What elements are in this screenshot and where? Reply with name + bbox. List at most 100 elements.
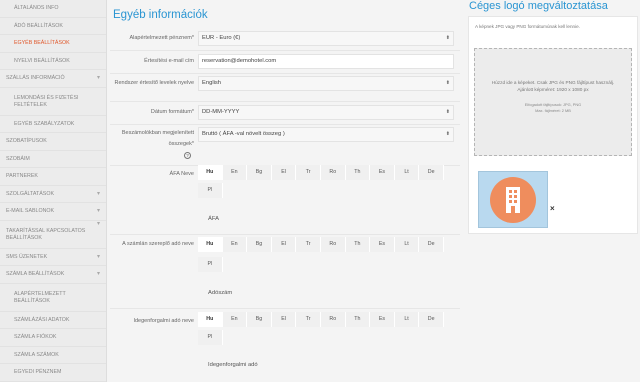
tab-lt[interactable]: Lt (394, 165, 420, 180)
tab-ro[interactable]: Ro (320, 237, 346, 252)
tab-el[interactable]: El (271, 312, 297, 327)
sidebar-item[interactable]: TAKARÍTÁSSAL KAPCSOLATOS BEÁLLÍTÁSOK ▾ (0, 221, 106, 249)
building-icon (506, 187, 520, 213)
amounts-label: Beszámolókban megjelenített összegek* (121, 130, 194, 147)
invoice-tax-value[interactable]: Adószám (208, 290, 232, 296)
sidebar-item-label: NYELVI BEÁLLÍTÁSOK (14, 57, 70, 64)
tab-pl[interactable]: Pl (198, 257, 223, 272)
tab-bg[interactable]: Bg (247, 165, 272, 180)
sidebar-item-label: ALAPÉRTELMEZETT BEÁLLÍTÁSOK (14, 290, 66, 304)
divider (110, 50, 460, 51)
chevron-down-icon: ▾ (96, 271, 100, 277)
help-icon[interactable]: ? (184, 152, 191, 159)
sidebar-item-label: SZOBÁIM (6, 155, 30, 162)
tab-lt[interactable]: Lt (394, 237, 420, 252)
tab-tr[interactable]: Tr (296, 237, 321, 252)
sidebar-item-label: EGYÉB BEÁLLÍTÁSOK (14, 40, 70, 46)
invoice-tax-language-tabs: Hu En Bg El Tr Ro Th Es Lt De (198, 237, 454, 252)
tourist-tax-value[interactable]: Idegenforgalmi adó (208, 362, 258, 368)
sidebar-item[interactable]: SZÁMLA BEÁLLÍTÁSOK ▾ (0, 266, 106, 284)
currency-select[interactable]: EUR - Euro (€) ⬍ (198, 31, 454, 46)
page-title: Egyéb információk (113, 9, 208, 21)
sidebar-item[interactable]: SZÁMLÁZÁSI ADATOK (0, 312, 106, 329)
tab-pl[interactable]: Pl (198, 330, 223, 345)
sidebar-item[interactable]: EGYEDI PÉNZNEM (0, 364, 106, 382)
sidebar-item[interactable]: NYELVI BEÁLLÍTÁSOK (0, 53, 106, 70)
tab-hu[interactable]: Hu (198, 312, 223, 327)
tab-ro[interactable]: Ro (320, 312, 346, 327)
sidebar: Általános info ÁDÓ BEÁLLÍTÁSOK EGYÉB BEÁLL… (0, 0, 107, 382)
tab-de[interactable]: De (419, 312, 444, 327)
sidebar-item[interactable]: ÁDÓ BEÁLLÍTÁSOK (0, 18, 106, 35)
vat-language-tabs-row2: Pl (198, 183, 223, 198)
tab-es[interactable]: Es (370, 237, 395, 252)
sidebar-item[interactable]: EGYÉB BEÁLLÍTÁSOK (0, 35, 106, 53)
tab-hu[interactable]: Hu (198, 165, 223, 180)
sidebar-item[interactable]: SMS ÜZENETEK ▾ (0, 249, 106, 266)
tab-ro[interactable]: Ro (320, 165, 346, 180)
tourist-tax-language-tabs-row2: Pl (198, 330, 223, 345)
tab-lt[interactable]: Lt (394, 312, 420, 327)
sidebar-item-label: SZÁMLA SZÁMOK (14, 351, 59, 358)
dropzone-max-size: Max. fájlméret: 2 MB (535, 108, 571, 113)
tab-th[interactable]: Th (345, 165, 371, 180)
sidebar-item[interactable]: PARTNEREK (0, 168, 106, 186)
tab-en[interactable]: En (222, 165, 248, 180)
date-format-select[interactable]: DD-MM-YYYY ⬍ (198, 105, 454, 120)
sidebar-item[interactable]: ALAPÉRTELMEZETT BEÁLLÍTÁSOK (0, 284, 106, 312)
sidebar-item-label: Általános info (14, 5, 59, 11)
logo-hint: A képnek JPG vagy PNG formátumúnak kell … (475, 24, 580, 29)
tab-es[interactable]: Es (370, 165, 395, 180)
sidebar-item[interactable]: E-MAIL SABLONOK ▾ (0, 203, 106, 221)
sidebar-item[interactable]: LEMONDÁSI ÉS FIZETÉSI FELTÉTELEK (0, 88, 106, 116)
system-language-select[interactable]: English ⬍ (198, 76, 454, 91)
chevron-down-icon: ▾ (96, 75, 100, 81)
chevron-down-icon: ▾ (96, 208, 100, 214)
divider (110, 124, 460, 125)
sidebar-item[interactable]: EGYÉB SZABÁLYZATOK (0, 116, 106, 133)
chevron-down-icon: ▾ (96, 220, 100, 227)
sidebar-item-label: SZÁMLA BEÁLLÍTÁSOK (6, 271, 65, 277)
sidebar-item[interactable]: Általános info (0, 0, 106, 18)
currency-value: EUR - Euro (€) (202, 35, 241, 41)
email-field[interactable]: reservation@demohotel.com (198, 54, 454, 69)
sidebar-item[interactable]: SZÁMLA FIÓKOK (0, 329, 106, 347)
sidebar-item[interactable]: SZÁMLA SZÁMOK (0, 347, 106, 364)
tab-tr[interactable]: Tr (296, 312, 321, 327)
tab-es[interactable]: Es (370, 312, 395, 327)
sidebar-item-label: SZOLGÁLTATÁSOK (6, 190, 54, 197)
tab-en[interactable]: En (222, 237, 248, 252)
tab-th[interactable]: Th (345, 237, 371, 252)
tab-hu[interactable]: Hu (198, 237, 223, 252)
amounts-value: Bruttó ( ÁFA -val növelt összeg ) (202, 131, 285, 137)
tab-el[interactable]: El (271, 237, 297, 252)
remove-logo-icon[interactable]: × (550, 204, 555, 213)
sidebar-item-label: SMS ÜZENETEK (6, 253, 48, 260)
divider (110, 234, 460, 235)
amounts-select[interactable]: Bruttó ( ÁFA -val növelt összeg ) ⬍ (198, 127, 454, 142)
logo-panel: Céges logó megváltoztatása A képnek JPG … (463, 0, 640, 382)
tourist-tax-label: Idegenforgalmi adó neve (133, 318, 194, 324)
sidebar-item-label: ÁDÓ BEÁLLÍTÁSOK (14, 22, 63, 29)
tab-de[interactable]: De (419, 165, 444, 180)
sidebar-item[interactable]: SZOBÁIM (0, 151, 106, 168)
vat-name-value[interactable]: ÁFA (208, 216, 219, 222)
sidebar-item-label: LEMONDÁSI ÉS FIZETÉSI FELTÉTELEK (14, 94, 79, 108)
sidebar-item[interactable]: SZOLGÁLTATÁSOK ▾ (0, 186, 106, 203)
dropzone-instruction: Húzzd ide a képeket. Csak JPG és PNG fáj… (491, 80, 615, 85)
sidebar-item[interactable]: SZOBATÍPUSOK (0, 133, 106, 151)
tab-de[interactable]: De (419, 237, 444, 252)
settings-form: Egyéb információk Alapértelmezett pénzne… (110, 0, 460, 382)
logo-dropzone[interactable]: Húzzd ide a képeket. Csak JPG és PNG fáj… (474, 48, 632, 156)
tab-th[interactable]: Th (345, 312, 371, 327)
sidebar-item[interactable]: SZÁLLÁS INFORMÁCIÓ ▾ (0, 70, 106, 88)
tab-en[interactable]: En (222, 312, 248, 327)
date-format-value: DD-MM-YYYY (202, 109, 240, 115)
select-arrows-icon: ⬍ (445, 80, 450, 86)
tab-pl[interactable]: Pl (198, 183, 223, 198)
tab-el[interactable]: El (271, 165, 297, 180)
tab-tr[interactable]: Tr (296, 165, 321, 180)
tab-bg[interactable]: Bg (247, 237, 272, 252)
tab-bg[interactable]: Bg (247, 312, 272, 327)
select-arrows-icon: ⬍ (445, 131, 450, 137)
